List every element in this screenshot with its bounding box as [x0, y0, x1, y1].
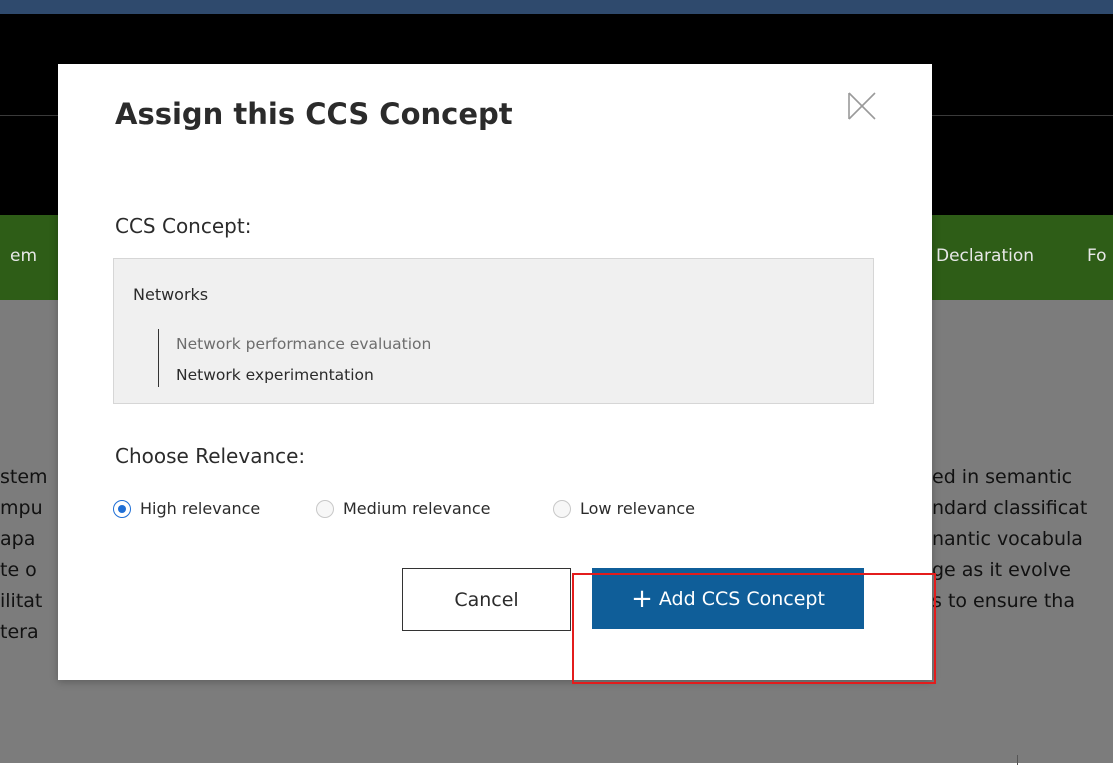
- concept-child: Network performance evaluation: [176, 335, 432, 353]
- relevance-options: High relevance Medium relevance Low rele…: [113, 497, 813, 523]
- relevance-label: Choose Relevance:: [115, 444, 306, 468]
- add-button-label: Add CCS Concept: [658, 587, 825, 610]
- top-accent-bar: [0, 0, 1113, 14]
- add-ccs-concept-button[interactable]: + Add CCS Concept: [592, 568, 864, 629]
- cancel-button[interactable]: Cancel: [402, 568, 571, 631]
- close-button[interactable]: [847, 91, 877, 121]
- radio-label: High relevance: [140, 499, 261, 518]
- concept-box: Networks Network performance evaluation …: [113, 258, 874, 404]
- radio-checked-icon[interactable]: [113, 500, 131, 518]
- concept-children: Network performance evaluation Network e…: [158, 329, 658, 387]
- nav-item-declaration[interactable]: Declaration: [936, 246, 1034, 266]
- nav-item-fo[interactable]: Fo: [1087, 246, 1107, 266]
- concept-child-selected: Network experimentation: [176, 366, 374, 384]
- content-divider: [1017, 755, 1018, 765]
- nav-item-system[interactable]: em: [10, 246, 37, 266]
- content-text-left: stem mpu apa te o ilitat tera: [0, 466, 48, 643]
- dialog-title: Assign this CCS Concept: [115, 97, 513, 131]
- content-text-right: ed in semantic ndard classificat nantic vo…: [932, 466, 1088, 612]
- close-x-icon: [848, 92, 876, 120]
- radio-label: Medium relevance: [343, 499, 491, 518]
- radio-unchecked-icon[interactable]: [316, 500, 334, 518]
- concept-root: Networks: [133, 285, 209, 304]
- concept-label: CCS Concept:: [115, 214, 252, 238]
- assign-ccs-dialog: Assign this CCS Concept CCS Concept: Net…: [58, 64, 936, 684]
- radio-label: Low relevance: [580, 499, 696, 518]
- radio-unchecked-icon[interactable]: [553, 500, 571, 518]
- plus-icon: +: [631, 583, 653, 614]
